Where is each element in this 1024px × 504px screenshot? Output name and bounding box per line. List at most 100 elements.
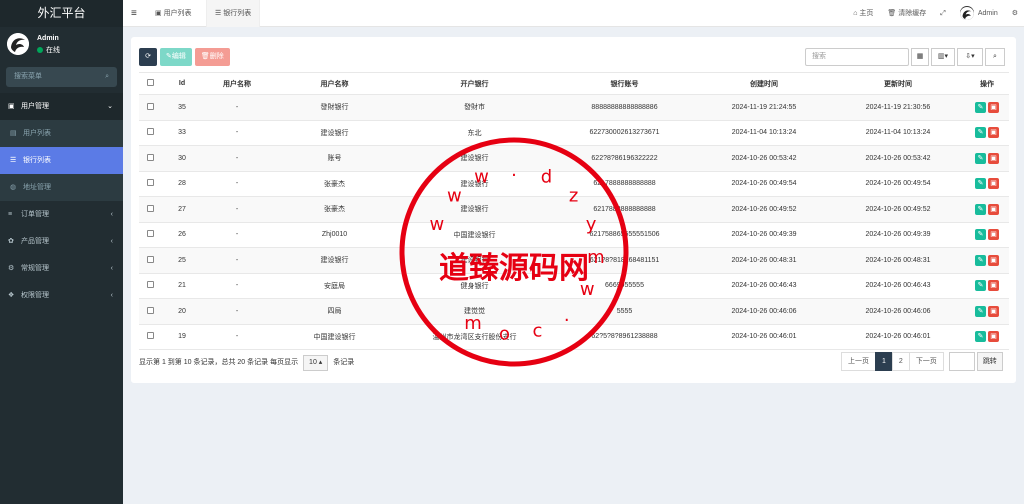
app-brand[interactable]: 外汇平台	[0, 0, 123, 27]
menu-toggle-icon[interactable]: ≡	[131, 0, 137, 27]
columns-button[interactable]: ▥▾	[931, 48, 955, 66]
row-checkbox[interactable]	[139, 324, 162, 350]
cell-created: 2024-10-26 00:53:42	[697, 145, 831, 172]
menu-search-input[interactable]: 搜索菜单 ⌕	[6, 67, 117, 87]
row-edit-button[interactable]: ✎	[975, 101, 986, 113]
row-delete-button[interactable]: ▣	[988, 203, 999, 215]
row-delete-button[interactable]: ▣	[988, 101, 999, 113]
cell-created: 2024-10-26 00:46:06	[697, 298, 831, 325]
search-icon[interactable]: ⌕	[105, 67, 109, 87]
cell-bank: 中国建设银行	[397, 222, 552, 248]
row-delete-button[interactable]: ▣	[988, 305, 999, 317]
row-delete-button[interactable]: ▣	[988, 280, 999, 292]
next-page-button[interactable]: 下一页	[908, 352, 944, 371]
cell-user: -	[202, 324, 272, 350]
row-delete-button[interactable]: ▣	[988, 254, 999, 266]
sidebar-item-bank-list[interactable]: ☰ 银行列表	[0, 147, 123, 174]
cell-id: 21	[162, 273, 202, 299]
row-delete-button[interactable]: ▣	[988, 331, 999, 343]
refresh-button[interactable]: ⟳	[139, 48, 157, 66]
tab-bank-list[interactable]: ☰ 银行列表	[206, 0, 261, 27]
sidebar-item-permissions[interactable]: ❖ 权限管理 ‹	[0, 282, 123, 309]
row-delete-button[interactable]: ▣	[988, 127, 999, 139]
cell-bank: 建设银行	[397, 247, 552, 274]
row-delete-button[interactable]: ▣	[988, 229, 999, 241]
clear-cache-button[interactable]: 🗑 清除缓存	[887, 0, 926, 27]
pencil-icon: ✎	[977, 256, 984, 264]
table-row[interactable]: 30- 账号 建设银行 622?8?86196322222 2024-10-26 00:…	[139, 145, 1009, 172]
cell-bank: 建设银行	[397, 196, 552, 223]
row-delete-button[interactable]: ▣	[988, 152, 999, 164]
home-link[interactable]: ⌂ 主页	[853, 0, 873, 27]
select-all-checkbox[interactable]	[139, 72, 162, 95]
export-button[interactable]: ⇩▾	[957, 48, 983, 66]
cell-id: 33	[162, 120, 202, 146]
row-checkbox[interactable]	[139, 222, 162, 248]
column-header[interactable]: Id	[162, 72, 202, 95]
row-checkbox[interactable]	[139, 298, 162, 325]
page-size-select[interactable]: 10 ▴	[303, 355, 329, 371]
admin-label: Admin	[977, 10, 998, 17]
page-button-1[interactable]: 1	[875, 352, 893, 371]
table-row[interactable]: 28- 张豪杰 建设银行 6217888888888888 2024-10-26 00:…	[139, 171, 1009, 197]
row-checkbox[interactable]	[139, 145, 162, 172]
clear-cache-label: 清除缓存	[898, 10, 927, 17]
table-row[interactable]: 25- 建设银行 建设银行 621?8?8181684811​51 2024-10-26…	[139, 247, 1009, 274]
table-row[interactable]: 21- 安庭局 健身银行 6669955555 2024-10-26 00:46:43 2…	[139, 273, 1009, 299]
row-checkbox[interactable]	[139, 94, 162, 121]
sidebar-item-general[interactable]: ⚙ 常规管理 ‹	[0, 255, 123, 282]
row-edit-button[interactable]: ✎	[975, 203, 986, 215]
home-label: 主页	[859, 10, 874, 17]
row-edit-button[interactable]: ✎	[975, 127, 986, 139]
column-header[interactable]: 用户名称	[202, 72, 272, 95]
table-row[interactable]: 27- 张豪杰 建设银行 6217888888888888 2024-10-26 00:…	[139, 196, 1009, 223]
sidebar-item-user-list[interactable]: ▤ 用户列表	[0, 120, 123, 147]
row-edit-button[interactable]: ✎	[975, 254, 986, 266]
sidebar-item-user-management[interactable]: ▣ 用户管理 ⌄	[0, 93, 123, 120]
delete-button[interactable]: 🗑删除	[194, 48, 230, 66]
table-search-input[interactable]: 搜索	[805, 48, 909, 66]
settings-icon[interactable]: ⚙	[1012, 0, 1018, 27]
column-header[interactable]: 开户银行	[397, 72, 552, 95]
row-edit-button[interactable]: ✎	[975, 178, 986, 190]
row-edit-button[interactable]: ✎	[975, 331, 986, 343]
table-row[interactable]: 26- Zhj0010 中国建设银行 621758865555551506 2024-1…	[139, 222, 1009, 248]
table-row[interactable]: 35- 發財银行 發財市 88888888888888886 2024-11-19 21…	[139, 94, 1009, 121]
row-edit-button[interactable]: ✎	[975, 280, 986, 292]
search-button[interactable]: ⌕	[985, 48, 1005, 66]
cell-user: -	[202, 273, 272, 299]
jump-page-input[interactable]	[948, 352, 975, 371]
edit-button[interactable]: ✎编辑	[160, 48, 192, 66]
table-row[interactable]: 20- 四局 建觉觉 5555 2024-10-26 00:46:06 2024-10-2…	[139, 298, 1009, 325]
table-row[interactable]: 33- 建设银行 东北 6227300026132736​71 2024-11-04 1…	[139, 120, 1009, 146]
admin-menu[interactable]: Admin	[959, 0, 998, 27]
row-checkbox[interactable]	[139, 196, 162, 223]
row-edit-button[interactable]: ✎	[975, 229, 986, 241]
tab-user-list[interactable]: ▣ 用户列表	[147, 0, 200, 27]
sidebar-item-orders[interactable]: ≡ 订单管理 ‹	[0, 201, 123, 228]
row-checkbox[interactable]	[139, 247, 162, 274]
column-header[interactable]: 更新时间	[831, 72, 965, 95]
chevron-left-icon: ‹	[110, 211, 113, 218]
row-checkbox[interactable]	[139, 171, 162, 197]
cell-username: 建设银行	[272, 120, 397, 146]
jump-button[interactable]: 跳转	[976, 352, 1003, 371]
row-edit-button[interactable]: ✎	[975, 305, 986, 317]
toggle-view-button[interactable]: ▦	[911, 48, 929, 66]
fullscreen-icon[interactable]: ⤢	[940, 0, 946, 27]
row-edit-button[interactable]: ✎	[975, 152, 986, 164]
table-row[interactable]: 19- 中国建设银行 温州市龙湾区支行股份支行 62?5?8?8961238888 20…	[139, 324, 1009, 350]
tab-label: 用户列表	[163, 10, 192, 17]
checkbox-icon	[147, 128, 154, 136]
row-delete-button[interactable]: ▣	[988, 178, 999, 190]
sidebar-item-address[interactable]: ◍ 地址管理	[0, 174, 123, 201]
page-button-2[interactable]: 2	[891, 352, 910, 371]
cell-account: 5555	[552, 298, 697, 325]
column-header[interactable]: 银行账号	[552, 72, 697, 95]
prev-page-button[interactable]: 上一页	[841, 352, 876, 371]
column-header[interactable]: 用户名称	[272, 72, 397, 95]
row-checkbox[interactable]	[139, 120, 162, 146]
sidebar-item-products[interactable]: ✿ 产品管理 ‹	[0, 228, 123, 255]
row-checkbox[interactable]	[139, 273, 162, 299]
column-header[interactable]: 创建时间	[697, 72, 831, 95]
